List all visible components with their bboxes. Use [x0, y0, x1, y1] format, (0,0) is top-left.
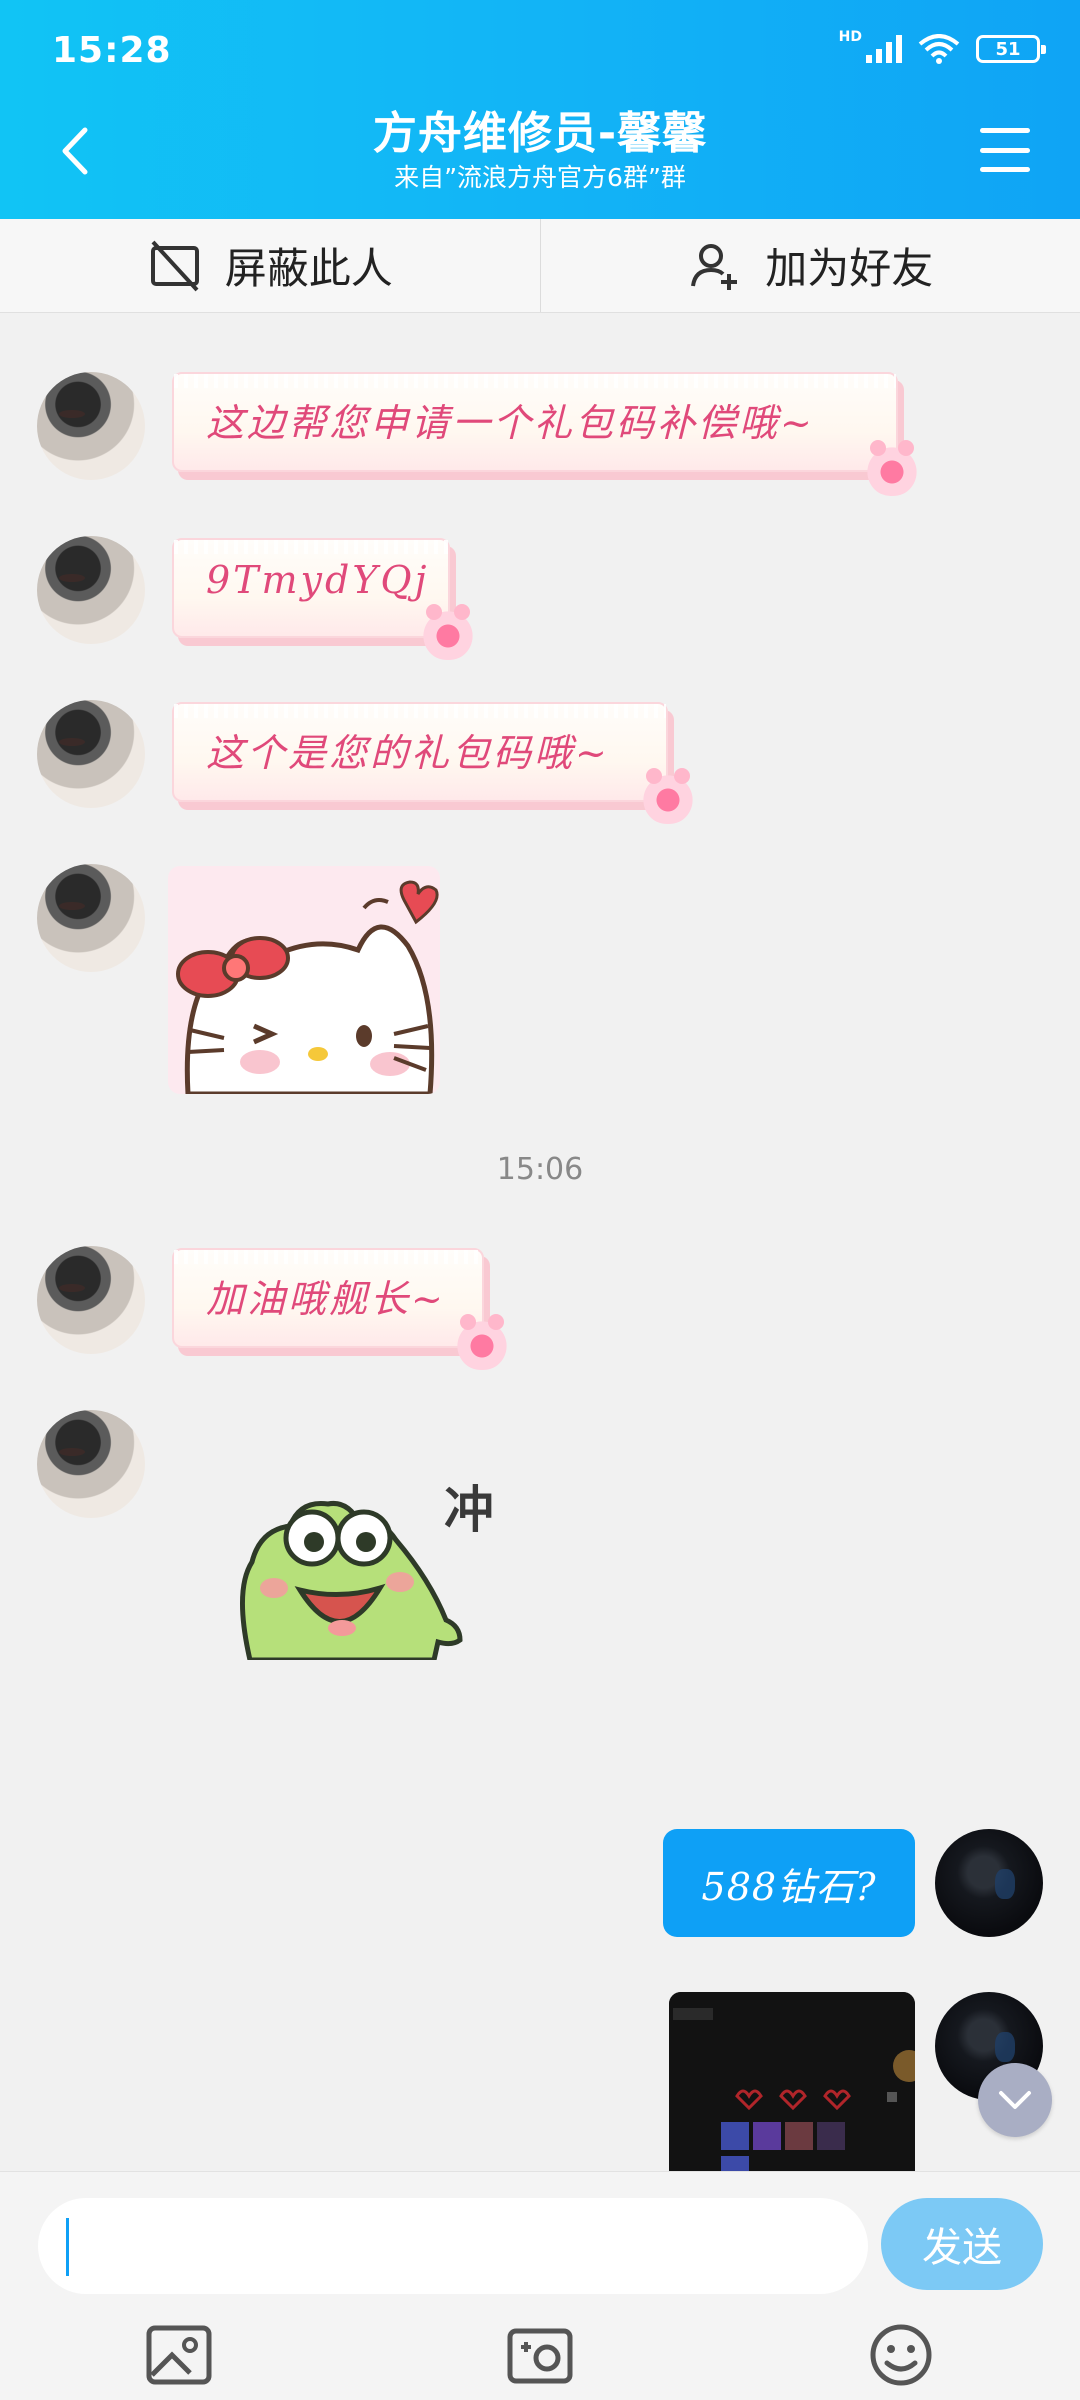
message-text: 加油哦舰长~ — [206, 1277, 446, 1321]
game-screenshot-image[interactable] — [669, 1992, 915, 2172]
title-block: 方舟维修员-馨馨 来自”流浪方舟官方6群”群 — [0, 108, 1080, 194]
action-bar: 屏蔽此人 加为好友 — [0, 219, 1080, 313]
page-title: 方舟维修员-馨馨 — [372, 108, 708, 159]
sticker-caption: 冲 — [444, 1481, 494, 1539]
scroll-to-bottom-button[interactable] — [978, 2063, 1052, 2137]
add-friend-label: 加为好友 — [765, 244, 934, 293]
battery-level: 51 — [995, 38, 1021, 60]
menu-button[interactable] — [980, 128, 1030, 172]
my-message-bubble[interactable]: 588钻石? — [663, 1829, 915, 1937]
emoji-icon — [870, 2324, 932, 2386]
add-friend-button[interactable]: 加为好友 — [541, 219, 1080, 312]
paw-decoration — [638, 764, 698, 824]
block-user-button[interactable]: 屏蔽此人 — [0, 219, 540, 312]
signal-icon — [866, 35, 902, 63]
camera-button[interactable] — [505, 2320, 575, 2390]
block-user-label: 屏蔽此人 — [224, 244, 393, 293]
chat-header: 15:28 HD 51 方舟维修员-馨馨 来自”流浪方舟官方6群”群 — [0, 0, 1080, 219]
message-text: 9TmydYQj — [206, 558, 430, 602]
wifi-icon — [918, 34, 960, 64]
sender-avatar[interactable] — [37, 864, 145, 972]
network-type: HD — [838, 29, 862, 45]
sender-avatar[interactable] — [37, 1246, 145, 1354]
message-text: 588钻石? — [701, 1864, 877, 1909]
paw-decoration — [862, 436, 922, 496]
message-bubble[interactable]: 这个是您的礼包码哦~ — [172, 702, 668, 802]
send-button[interactable]: 发送 — [881, 2198, 1043, 2290]
message-text: 这边帮您申请一个礼包码补偿哦~ — [206, 401, 815, 445]
message-input[interactable] — [38, 2198, 868, 2294]
message-bubble[interactable]: 这边帮您申请一个礼包码补偿哦~ — [172, 372, 898, 472]
battery-icon: 51 — [976, 35, 1046, 63]
screenshot-content — [669, 1992, 915, 2172]
menu-icon-line — [980, 167, 1030, 172]
message-bubble[interactable]: 加油哦舰长~ — [172, 1248, 484, 1348]
sender-avatar[interactable] — [37, 372, 145, 480]
camera-icon — [507, 2328, 573, 2384]
kitty-sticker-image — [176, 880, 439, 1094]
my-avatar[interactable] — [935, 1829, 1043, 1937]
block-icon — [150, 240, 199, 291]
paw-decoration — [452, 1310, 512, 1370]
kitty-sticker[interactable] — [168, 866, 440, 1094]
page-subtitle: 来自”流浪方舟官方6群”群 — [394, 163, 686, 192]
status-time: 15:28 — [52, 30, 172, 71]
input-area: 发送 — [0, 2171, 1080, 2400]
menu-icon-line — [980, 147, 1030, 153]
menu-icon-line — [980, 128, 1030, 133]
message-text: 这个是您的礼包码哦~ — [206, 731, 610, 775]
sender-avatar[interactable] — [37, 700, 145, 808]
chevron-down-icon — [999, 2091, 1031, 2109]
sender-avatar[interactable] — [37, 536, 145, 644]
frog-sticker[interactable]: 冲 — [230, 1470, 530, 1663]
emoji-button[interactable] — [866, 2320, 936, 2390]
message-bubble[interactable]: 9TmydYQj — [172, 538, 450, 638]
add-user-icon — [691, 243, 738, 290]
sender-avatar[interactable] — [37, 1410, 145, 1518]
time-divider: 15:06 — [496, 1152, 584, 1187]
paw-decoration — [418, 600, 478, 660]
image-button[interactable] — [144, 2320, 214, 2390]
status-icons: HD 51 — [839, 29, 1046, 64]
text-cursor — [66, 2218, 69, 2276]
image-icon — [146, 2325, 212, 2385]
